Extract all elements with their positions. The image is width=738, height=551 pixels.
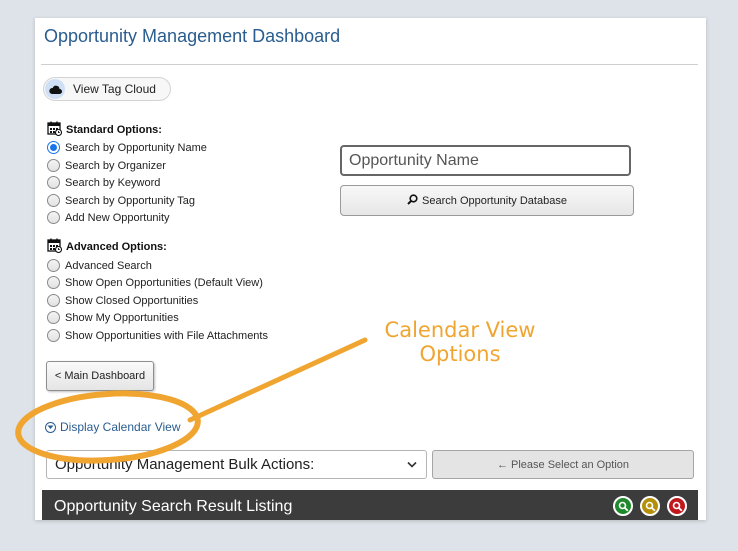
option-search-by-opportunity-tag[interactable]: Search by Opportunity Tag: [47, 193, 195, 208]
search-red-icon[interactable]: [667, 496, 687, 516]
search-green-icon[interactable]: [613, 496, 633, 516]
radio[interactable]: [47, 211, 60, 224]
chevron-down-circle-icon: [45, 421, 56, 433]
option-label: Add New Opportunity: [65, 211, 170, 224]
search-icon: [407, 193, 418, 208]
radio[interactable]: [47, 329, 60, 342]
radio[interactable]: [47, 311, 60, 324]
annotation-callout: Calendar View Options: [360, 318, 560, 366]
option-show-closed-opportunities[interactable]: Show Closed Opportunities: [47, 293, 198, 308]
advanced-options-label: Advanced Options:: [66, 241, 167, 253]
title-divider: [41, 64, 698, 65]
chevron-down-icon: [407, 459, 417, 471]
option-label: Search by Keyword: [65, 176, 161, 189]
search-opportunity-database-button[interactable]: Search Opportunity Database: [340, 185, 634, 216]
bulk-actions-selected: Opportunity Management Bulk Actions:: [55, 456, 315, 473]
bulk-actions-select[interactable]: Opportunity Management Bulk Actions:: [46, 450, 427, 479]
search-button-label: Search Opportunity Database: [422, 194, 567, 207]
radio[interactable]: [47, 259, 60, 272]
annotation-line-2: Options: [419, 342, 501, 366]
display-calendar-view-label: Display Calendar View: [60, 420, 181, 434]
dashboard-panel: Opportunity Management Dashboard View Ta…: [35, 18, 706, 520]
option-show-file-attachments[interactable]: Show Opportunities with File Attachments: [47, 328, 268, 343]
view-tag-cloud-button[interactable]: View Tag Cloud: [43, 77, 171, 101]
radio[interactable]: [47, 294, 60, 307]
results-title: Opportunity Search Result Listing: [54, 498, 293, 515]
standard-options-heading: Standard Options:: [47, 121, 162, 139]
radio[interactable]: [47, 276, 60, 289]
option-label: Show Closed Opportunities: [65, 294, 199, 307]
radio[interactable]: [47, 159, 60, 172]
option-search-by-keyword[interactable]: Search by Keyword: [47, 175, 160, 190]
option-label: Show Open Opportunities (Default View): [65, 276, 263, 289]
option-advanced-search[interactable]: Advanced Search: [47, 258, 152, 273]
option-label: Search by Opportunity Name: [65, 141, 207, 154]
annotation-line-1: Calendar View: [384, 318, 536, 342]
option-label: Show Opportunities with File Attachments: [65, 329, 268, 342]
main-dashboard-button[interactable]: < Main Dashboard: [46, 361, 154, 391]
calendar-icon: [47, 238, 63, 256]
search-yellow-icon[interactable]: [640, 496, 660, 516]
option-show-my-opportunities[interactable]: Show My Opportunities: [47, 310, 179, 325]
display-calendar-view-link[interactable]: Display Calendar View: [45, 420, 181, 434]
option-label: Search by Opportunity Tag: [65, 194, 196, 207]
option-search-by-opportunity-name[interactable]: Search by Opportunity Name: [47, 140, 207, 155]
bulk-action-apply-button: ← Please Select an Option: [432, 450, 694, 479]
option-label: Show My Opportunities: [65, 311, 179, 324]
page-title: Opportunity Management Dashboard: [44, 26, 341, 46]
radio[interactable]: [47, 194, 60, 207]
option-search-by-organizer[interactable]: Search by Organizer: [47, 158, 166, 173]
radio[interactable]: [47, 176, 60, 189]
advanced-options-heading: Advanced Options:: [47, 238, 167, 256]
search-results-header: Opportunity Search Result Listing: [42, 490, 698, 520]
standard-options-label: Standard Options:: [66, 124, 162, 136]
option-add-new-opportunity[interactable]: Add New Opportunity: [47, 210, 170, 225]
radio-selected[interactable]: [47, 141, 60, 154]
opportunity-name-input[interactable]: [340, 145, 631, 176]
cloud-icon: [45, 79, 65, 99]
option-label: Advanced Search: [65, 259, 152, 272]
option-show-open-opportunities[interactable]: Show Open Opportunities (Default View): [47, 275, 263, 290]
view-tag-cloud-label: View Tag Cloud: [73, 82, 156, 96]
option-label: Search by Organizer: [65, 159, 166, 172]
calendar-icon: [47, 121, 63, 139]
